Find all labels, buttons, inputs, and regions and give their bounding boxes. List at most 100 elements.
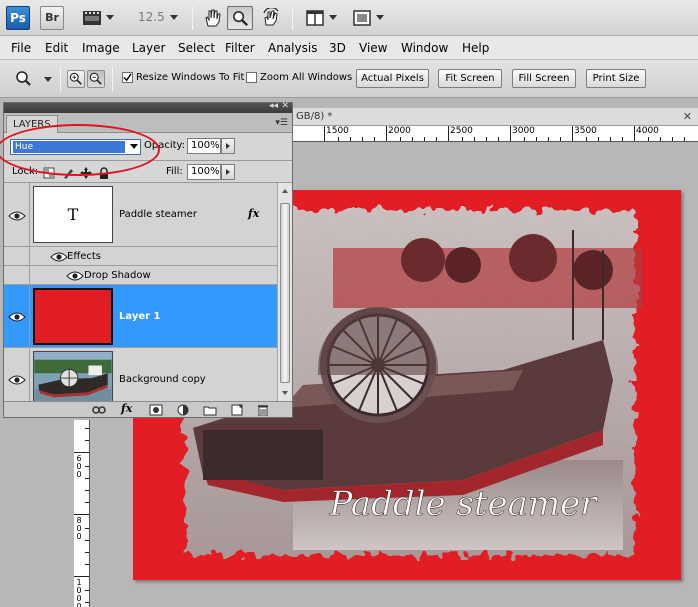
resize-windows-checkbox[interactable] <box>122 72 133 83</box>
ruler-label: 3000 <box>512 126 535 136</box>
effects-row[interactable]: Effects <box>4 247 277 266</box>
opacity-input[interactable]: 100% <box>187 138 221 154</box>
add-mask-icon[interactable] <box>149 404 163 416</box>
options-bar: Resize Windows To Fit Zoom All Windows A… <box>0 60 698 98</box>
menu-image[interactable]: Image <box>82 41 120 55</box>
fill-screen-button[interactable]: Fill Screen <box>512 69 576 88</box>
lock-image-pixels-icon[interactable] <box>62 167 74 179</box>
fill-input[interactable]: 100% <box>187 164 221 180</box>
layer-row-layer-1[interactable]: Layer 1 <box>4 285 277 348</box>
scroll-up-icon[interactable] <box>282 189 288 193</box>
fit-screen-button[interactable]: Fit Screen <box>438 69 502 88</box>
layer-name[interactable]: Layer 1 <box>119 311 160 322</box>
print-size-button[interactable]: Print Size <box>586 69 646 88</box>
ruler-label: 0 <box>76 594 82 603</box>
zoom-tool-preset-icon[interactable] <box>14 69 36 89</box>
zoom-all-windows-checkbox[interactable] <box>246 72 257 83</box>
arrange-documents-icon[interactable] <box>305 8 325 28</box>
add-layer-style-icon[interactable]: fx <box>121 402 135 415</box>
photoshop-logo[interactable]: Ps <box>6 6 30 30</box>
ruler-label: 0 <box>76 524 82 533</box>
panel-tab-row: LAYERS ▾☰ <box>4 113 292 133</box>
chevron-down-icon[interactable] <box>106 15 114 20</box>
menu-window[interactable]: Window <box>401 41 448 55</box>
screen-mode-icon[interactable] <box>352 8 372 28</box>
lock-all-icon[interactable] <box>98 167 110 179</box>
actual-pixels-button[interactable]: Actual Pixels <box>356 69 429 88</box>
drop-shadow-row[interactable]: Drop Shadow <box>4 266 277 285</box>
film-strip-icon[interactable] <box>82 8 102 28</box>
layers-panel: ◂◂ ✕ LAYERS ▾☰ Hue Opacity: 100% Lock: F… <box>3 101 293 418</box>
tab-layers[interactable]: LAYERS <box>6 115 58 133</box>
document-tab[interactable]: GB/8) * ✕ <box>290 108 698 126</box>
ruler-label: 8 <box>76 516 82 525</box>
eye-icon[interactable] <box>50 251 68 263</box>
menu-edit[interactable]: Edit <box>45 41 68 55</box>
eye-icon[interactable] <box>8 210 26 222</box>
checkmark-icon <box>123 73 132 82</box>
layer-row-paddle-steamer[interactable]: T Paddle steamer fx <box>4 183 277 247</box>
ruler-label: 1500 <box>326 126 349 136</box>
layer-row-background-copy[interactable]: Background copy <box>4 348 277 401</box>
rotate-view-icon[interactable] <box>261 8 281 28</box>
eye-icon[interactable] <box>8 311 26 323</box>
layers-scrollbar[interactable] <box>277 183 292 401</box>
menu-file[interactable]: File <box>11 41 31 55</box>
close-icon[interactable]: ✕ <box>281 101 289 111</box>
menu-3d[interactable]: 3D <box>329 41 346 55</box>
adjustment-layer-icon[interactable] <box>176 404 190 416</box>
menu-layer[interactable]: Layer <box>132 41 165 55</box>
magnifier-icon <box>233 11 248 26</box>
layer-name[interactable]: Background copy <box>119 374 206 385</box>
eye-icon[interactable] <box>66 270 84 282</box>
chevron-down-icon[interactable] <box>376 15 384 20</box>
blend-mode-select[interactable]: Hue <box>10 139 141 155</box>
bridge-button[interactable]: Br <box>40 6 64 30</box>
panel-title-bar[interactable]: ◂◂ ✕ <box>4 101 292 113</box>
ruler-label: 1 <box>76 578 82 587</box>
collapse-icon[interactable]: ◂◂ <box>269 101 278 111</box>
toolbar-divider <box>60 67 61 91</box>
ruler-label: 0 <box>76 532 82 541</box>
chevron-down-icon[interactable] <box>44 77 52 82</box>
link-layers-icon[interactable] <box>92 404 106 416</box>
zoom-in-button[interactable] <box>67 70 85 88</box>
layer-thumbnail <box>33 288 113 345</box>
menu-view[interactable]: View <box>359 41 387 55</box>
zoom-all-windows-label: Zoom All Windows <box>260 72 353 83</box>
zoom-tool-button[interactable] <box>227 6 253 30</box>
zoom-out-button[interactable] <box>87 70 105 88</box>
fill-slider-toggle[interactable] <box>221 164 235 180</box>
new-layer-icon[interactable] <box>230 404 244 416</box>
drop-shadow-label: Drop Shadow <box>84 270 151 281</box>
eye-icon[interactable] <box>8 374 26 386</box>
menu-filter[interactable]: Filter <box>225 41 255 55</box>
hand-tool-icon[interactable] <box>202 8 222 28</box>
ruler-label: 3500 <box>574 126 597 136</box>
blend-mode-value: Hue <box>13 141 125 153</box>
menu-help[interactable]: Help <box>462 41 489 55</box>
lock-transparent-pixels-icon[interactable] <box>43 167 55 179</box>
layer-fx-icon[interactable]: fx <box>248 207 259 220</box>
chevron-down-icon[interactable] <box>329 15 337 20</box>
panel-menu-icon[interactable]: ▾☰ <box>275 118 288 128</box>
document-title: GB/8) * <box>296 111 333 122</box>
new-group-icon[interactable] <box>203 404 217 416</box>
scroll-down-icon[interactable] <box>282 391 288 395</box>
background-thumbnail-image <box>34 352 112 401</box>
vertical-ruler: 6 0 0 8 0 0 1 0 0 0 <box>74 420 90 607</box>
menu-select[interactable]: Select <box>178 41 215 55</box>
lock-position-icon[interactable] <box>80 167 92 179</box>
menu-analysis[interactable]: Analysis <box>268 41 317 55</box>
opacity-slider-toggle[interactable] <box>221 138 235 154</box>
layer-name[interactable]: Paddle steamer <box>119 209 197 220</box>
chevron-down-icon[interactable] <box>170 15 178 20</box>
zoom-level[interactable]: 12.5 <box>138 10 165 24</box>
trash-icon[interactable] <box>256 404 270 416</box>
close-icon[interactable]: ✕ <box>683 110 692 123</box>
toolbar-divider <box>292 6 293 30</box>
zoom-in-icon <box>69 72 82 85</box>
resize-windows-label: Resize Windows To Fit <box>136 72 245 83</box>
menu-bar: File Edit Image Layer Select Filter Anal… <box>0 36 698 60</box>
scrollbar-thumb[interactable] <box>280 203 290 383</box>
